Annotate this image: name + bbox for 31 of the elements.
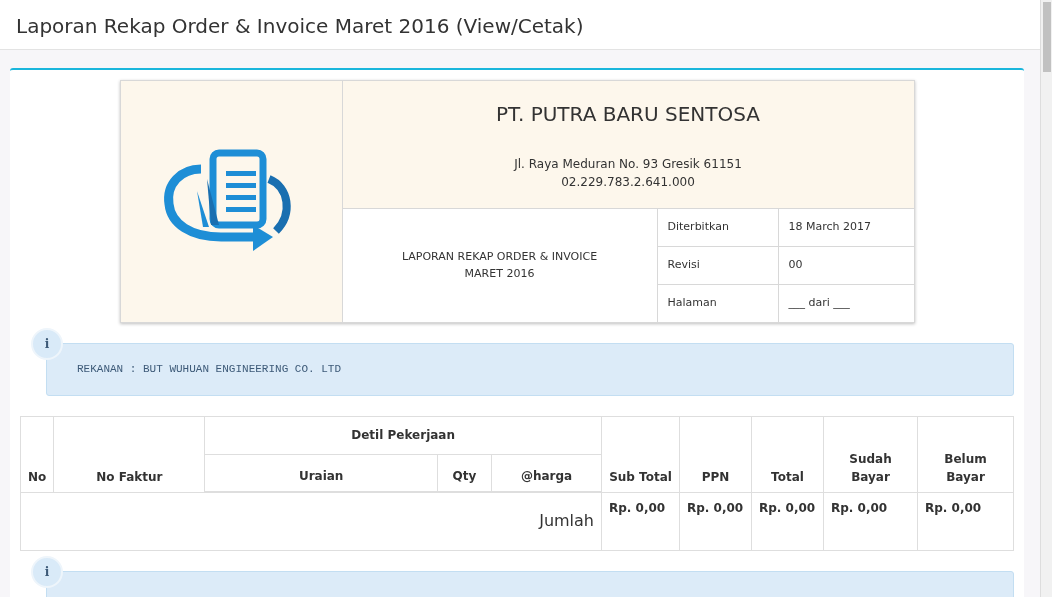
column-header: Qty bbox=[437, 454, 492, 492]
page-title: Laporan Rekap Order & Invoice Maret 2016 (View/Cetak) bbox=[16, 14, 585, 38]
scrollbar-thumb[interactable] bbox=[1042, 2, 1051, 72]
column-header: No Faktur bbox=[53, 416, 205, 492]
field-label: Halaman bbox=[667, 296, 717, 310]
column-header: Belum Bayar bbox=[917, 416, 1014, 492]
field-value: 00 bbox=[788, 258, 803, 272]
field-label: Diterbitkan bbox=[667, 220, 729, 234]
table-cell: Rp. 0,00 bbox=[601, 492, 680, 550]
table-cell: Rp. 0,00 bbox=[751, 492, 824, 550]
info-icon: i bbox=[31, 328, 63, 360]
report-title: LAPORAN REKAP ORDER & INVOICE MARET 2016 bbox=[400, 249, 599, 282]
field-label: Revisi bbox=[667, 258, 700, 272]
field-value: 18 March 2017 bbox=[788, 220, 872, 234]
column-header: Uraian bbox=[204, 454, 438, 492]
table-cell: Rp. 0,00 bbox=[917, 492, 1014, 550]
column-header: No bbox=[20, 416, 54, 492]
tax-number: 02.229.783.2.641.000 bbox=[560, 173, 696, 191]
column-header: Total bbox=[751, 416, 824, 492]
company-address: Jl. Raya Meduran No. 93 Gresik 61151 bbox=[512, 155, 743, 173]
table-cell: Rp. 0,00 bbox=[679, 492, 752, 550]
column-header: PPN bbox=[679, 416, 752, 492]
total-label: Jumlah bbox=[20, 492, 602, 550]
column-header: Sudah Bayar bbox=[823, 416, 918, 492]
table-cell: Rp. 0,00 bbox=[823, 492, 918, 550]
column-group-header: Detil Pekerjaan bbox=[204, 416, 602, 454]
field-value: ___ dari ___ bbox=[788, 296, 850, 310]
info-icon: i bbox=[31, 555, 63, 588]
partner-name: REKANAN : BUT WUHUAN ENGINEERING CO. LTD bbox=[77, 363, 342, 375]
column-header: Sub Total bbox=[601, 416, 680, 492]
company-name: PT. PUTRA BARU SENTOSA bbox=[495, 100, 761, 128]
